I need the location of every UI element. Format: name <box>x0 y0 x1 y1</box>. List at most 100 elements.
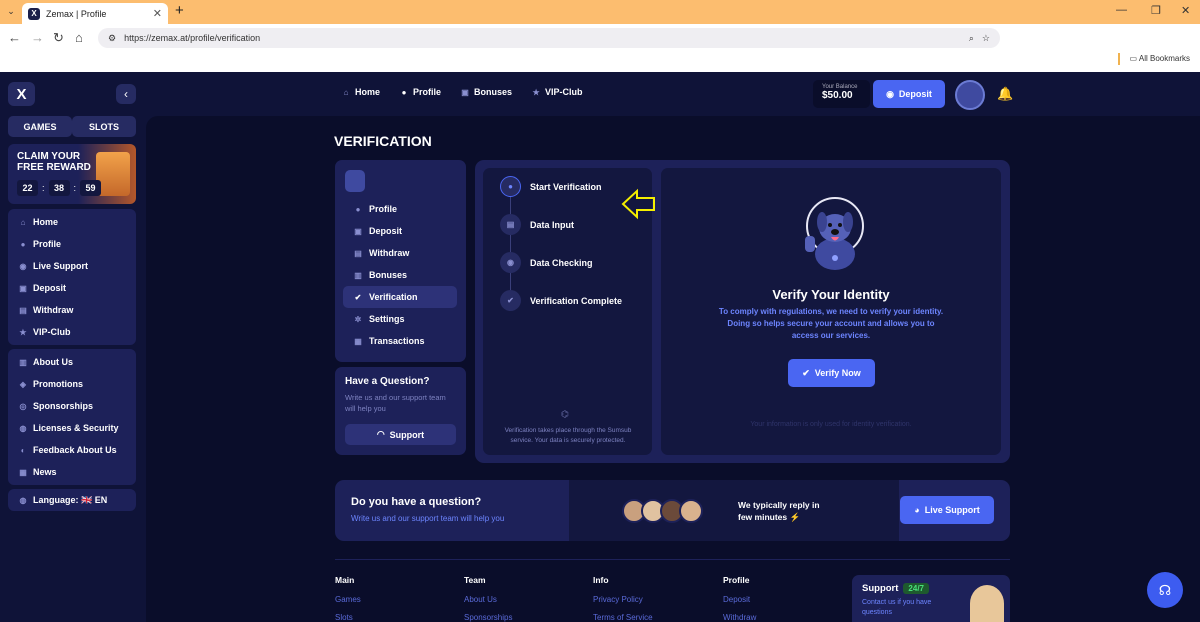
gift-icon: ▣ <box>461 87 469 97</box>
sidebar-item-about-us[interactable]: ▥ About Us <box>8 351 136 373</box>
profile-menu-withdraw[interactable]: ▤ Withdraw <box>343 242 457 264</box>
site-info-icon[interactable]: ⚙ <box>108 33 116 44</box>
footer-link[interactable]: About Us <box>464 595 512 604</box>
games-button[interactable]: GAMES <box>8 116 72 137</box>
headset-icon: ☊ <box>1158 581 1172 598</box>
footer-col-profile: Profile Deposit Withdraw <box>723 575 756 622</box>
verification-wrapper: ● Start Verification ▤ Data Input ◉ Data Ch… <box>475 160 1010 463</box>
sidebar-info-nav: ▥ About Us ◈ Promotions ◎ Sponsorships ◍ Lic… <box>8 349 136 485</box>
browser-tab-bar: ⌄ X Zemax | Profile ✕ + — ❐ ✕ <box>0 0 1200 24</box>
profile-menu-transactions[interactable]: ▦ Transactions <box>343 330 457 352</box>
profile-menu-deposit[interactable]: ▣ Deposit <box>343 220 457 242</box>
verify-now-label: Verify Now <box>814 368 861 378</box>
sidebar-main-nav: ⌂ Home ● Profile ◉ Live Support ▣ Deposit ▤ W… <box>8 209 136 345</box>
home-icon[interactable]: ⌂ <box>75 30 83 45</box>
footer-heading: Team <box>464 575 486 585</box>
gear-icon: ✲ <box>354 314 362 324</box>
deposit-icon: ▣ <box>19 283 27 293</box>
wallet-icon: ◉ <box>886 88 894 99</box>
form-icon: ▤ <box>500 214 521 235</box>
tab-search-icon[interactable]: ⌄ <box>4 4 18 18</box>
footer-link[interactable]: Withdraw <box>723 613 756 622</box>
support-button[interactable]: ◠ Support <box>345 424 456 445</box>
minimize-icon[interactable]: — <box>1116 4 1127 16</box>
support-card[interactable]: Support 24/7 Contact us if you have quest… <box>852 575 1010 622</box>
avatar[interactable] <box>955 80 985 110</box>
collapse-sidebar-button[interactable]: ‹ <box>116 84 136 104</box>
maximize-icon[interactable]: ❐ <box>1151 4 1161 17</box>
close-window-icon[interactable]: ✕ <box>1181 4 1190 17</box>
footer-link[interactable]: Sponsorships <box>464 613 512 622</box>
reward-title: CLAIM YOUR FREE REWARD <box>17 151 91 173</box>
footer-link[interactable]: Slots <box>335 613 361 622</box>
language-selector[interactable]: ◍ Language: 🇬🇧 EN <box>8 489 136 511</box>
support-agent-photo <box>970 585 1004 622</box>
slots-button[interactable]: SLOTS <box>72 116 136 137</box>
topnav-home[interactable]: ⌂ Home <box>342 87 380 97</box>
logo-icon[interactable]: X <box>8 82 35 106</box>
close-tab-icon[interactable]: ✕ <box>153 7 162 20</box>
verify-now-button[interactable]: ✔ Verify Now <box>788 359 875 387</box>
home-icon: ⌂ <box>20 217 26 227</box>
feedback-icon: ◐ <box>20 445 26 455</box>
profile-menu-settings[interactable]: ✲ Settings <box>343 308 457 330</box>
question-banner-subtitle: Write us and our support team will help … <box>351 514 505 523</box>
verify-text: To comply with regulations, we need to v… <box>718 307 944 340</box>
zoom-icon[interactable]: ⌕ <box>969 33 974 44</box>
topnav-bonuses[interactable]: ▣ Bonuses <box>461 87 512 97</box>
check-icon: ✔ <box>500 290 521 311</box>
sidebar-item-label: News <box>33 467 57 477</box>
url-text: https://zemax.at/profile/verification <box>124 33 261 43</box>
forward-icon[interactable]: → <box>31 30 44 45</box>
profile-avatar <box>345 170 365 192</box>
support-icon: ◉ <box>19 261 27 271</box>
sidebar-item-withdraw[interactable]: ▤ Withdraw <box>8 299 136 321</box>
promo-icon: ◈ <box>19 379 27 389</box>
profile-menu-profile[interactable]: ● Profile <box>343 198 457 220</box>
sidebar-item-promotions[interactable]: ◈ Promotions <box>8 373 136 395</box>
profile-menu-verification[interactable]: ✔ Verification <box>343 286 457 308</box>
support-label: Support <box>389 429 425 440</box>
profile-menu: ● Profile ▣ Deposit ▤ Withdraw ▥ Bonuses ✔ Ve… <box>335 160 466 362</box>
footer-link[interactable]: Terms of Service <box>593 613 653 622</box>
new-tab-button[interactable]: + <box>175 2 184 19</box>
back-icon[interactable]: ← <box>8 30 21 45</box>
url-field[interactable]: ⚙ https://zemax.at/profile/verification … <box>98 28 1000 48</box>
menu-label: Deposit <box>369 226 403 236</box>
topnav-label: Home <box>355 87 381 97</box>
live-support-button[interactable]: ◕ Live Support <box>900 496 994 524</box>
sidebar-item-sponsorships[interactable]: ◎ Sponsorships <box>8 395 136 417</box>
footer-link[interactable]: Deposit <box>723 595 756 604</box>
sidebar: X ‹ GAMES SLOTS CLAIM YOUR FREE REWARD 2… <box>0 72 146 622</box>
sidebar-item-label: About Us <box>33 357 73 367</box>
sidebar-item-deposit[interactable]: ▣ Deposit <box>8 277 136 299</box>
step-data-checking: ◉ Data Checking <box>500 252 593 273</box>
chat-support-button[interactable]: ☊ <box>1147 572 1183 608</box>
sidebar-item-vip-club[interactable]: ★ VIP-Club <box>8 321 136 343</box>
footer-link[interactable]: Privacy Policy <box>593 595 653 604</box>
deposit-button[interactable]: ◉ Deposit <box>873 80 945 108</box>
sidebar-item-feedback[interactable]: ◐ Feedback About Us <box>8 439 136 461</box>
step-start-verification[interactable]: ● Start Verification <box>500 176 602 197</box>
footer-heading: Main <box>335 575 355 585</box>
sidebar-item-home[interactable]: ⌂ Home <box>8 211 136 233</box>
reload-icon[interactable]: ↻ <box>53 30 64 46</box>
footer-link[interactable]: Games <box>335 595 361 604</box>
reward-banner[interactable]: CLAIM YOUR FREE REWARD 22: 38: 59 <box>8 144 136 204</box>
all-bookmarks[interactable]: ▭ All Bookmarks <box>1130 54 1190 63</box>
notification-bell-icon[interactable]: 🔔 <box>997 86 1013 102</box>
topnav-vip-club[interactable]: ★ VIP-Club <box>532 87 582 97</box>
bookmark-star-icon[interactable]: ☆ <box>982 33 990 44</box>
topnav-profile[interactable]: ● Profile <box>400 87 441 97</box>
sidebar-item-news[interactable]: ▦ News <box>8 461 136 483</box>
menu-label: Verification <box>369 292 418 302</box>
browser-tab[interactable]: X Zemax | Profile ✕ <box>22 3 168 24</box>
support-badge: 24/7 <box>903 583 929 594</box>
profile-menu-bonuses[interactable]: ▥ Bonuses <box>343 264 457 286</box>
footer-col-team: Team About Us Sponsorships <box>464 575 512 622</box>
footer-heading: Profile <box>723 575 750 585</box>
verification-steps: ● Start Verification ▤ Data Input ◉ Data Ch… <box>483 168 655 455</box>
sidebar-item-profile[interactable]: ● Profile <box>8 233 136 255</box>
sidebar-item-licenses[interactable]: ◍ Licenses & Security <box>8 417 136 439</box>
sidebar-item-live-support[interactable]: ◉ Live Support <box>8 255 136 277</box>
